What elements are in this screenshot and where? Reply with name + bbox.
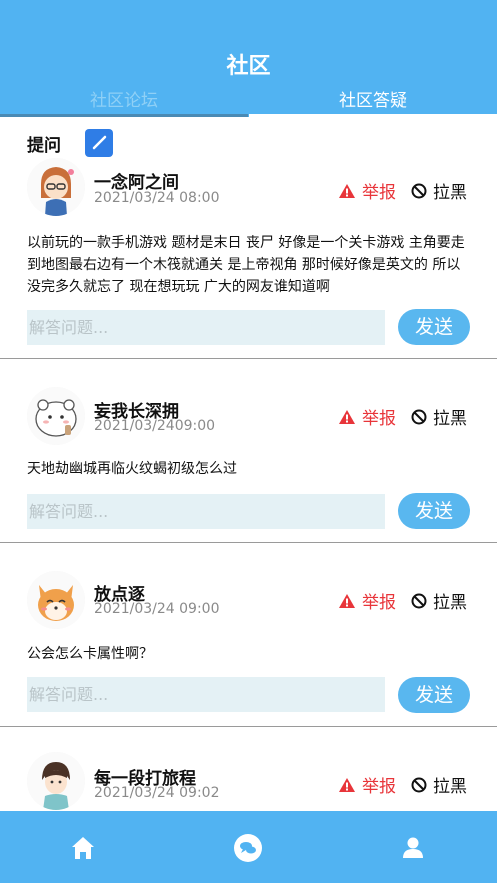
report-label: 举报: [362, 593, 396, 613]
answer-input[interactable]: [27, 677, 385, 712]
post-content: 以前玩的一款手机游戏 题材是末日 丧尸 好像是一个关卡游戏 主角要走到地图最右边…: [27, 235, 465, 295]
block-label: 拉黑: [433, 593, 467, 613]
block-button[interactable]: 拉黑: [411, 588, 467, 613]
warning-icon: [339, 593, 355, 608]
divider: [0, 358, 497, 359]
report-button[interactable]: 举报: [338, 178, 396, 203]
ban-icon: [411, 593, 427, 608]
tab-qa[interactable]: 社区答疑: [249, 86, 497, 112]
block-label: 拉黑: [433, 409, 467, 429]
report-label: 举报: [362, 409, 396, 429]
chat-icon[interactable]: [233, 833, 263, 863]
tab-forum-underline: [0, 114, 248, 117]
divider: [0, 726, 497, 727]
post-content: 公会怎么卡属性啊？: [27, 646, 153, 662]
avatar[interactable]: [27, 571, 85, 629]
user-icon[interactable]: [398, 833, 428, 863]
report-label: 举报: [362, 183, 396, 203]
divider: [0, 542, 497, 543]
ask-label: 提问: [27, 135, 61, 156]
post-content: 天地劫幽城再临火纹蝎初级怎么过: [27, 461, 237, 477]
page-title: 社区: [226, 54, 271, 79]
post-date: 2021/03/24 09:00: [94, 601, 220, 617]
report-button[interactable]: 举报: [338, 404, 396, 429]
answer-input[interactable]: [27, 494, 385, 529]
warning-icon: [339, 777, 355, 792]
ask-row[interactable]: 提问: [27, 127, 113, 159]
ban-icon: [411, 409, 427, 424]
block-button[interactable]: 拉黑: [411, 178, 467, 203]
block-button[interactable]: 拉黑: [411, 404, 467, 429]
header: 社区 社区论坛 社区答疑: [0, 0, 497, 117]
block-button[interactable]: 拉黑: [411, 772, 467, 797]
send-button[interactable]: 发送: [398, 493, 470, 529]
edit-icon[interactable]: [85, 129, 113, 157]
post-date: 2021/03/24 09:02: [94, 785, 220, 801]
block-label: 拉黑: [433, 777, 467, 797]
report-label: 举报: [362, 777, 396, 797]
block-label: 拉黑: [433, 183, 467, 203]
tab-qa-underline: [249, 114, 497, 117]
report-button[interactable]: 举报: [338, 772, 396, 797]
send-button[interactable]: 发送: [398, 677, 470, 713]
avatar[interactable]: [27, 387, 85, 445]
ban-icon: [411, 777, 427, 792]
answer-input[interactable]: [27, 310, 385, 345]
ban-icon: [411, 183, 427, 198]
post-date: 2021/03/24 08:00: [94, 190, 220, 206]
post-date: 2021/03/2409:00: [94, 418, 216, 434]
home-icon[interactable]: [68, 833, 98, 863]
avatar[interactable]: [27, 158, 85, 216]
warning-icon: [339, 183, 355, 198]
avatar[interactable]: [27, 752, 85, 810]
tab-forum[interactable]: 社区论坛: [0, 86, 248, 112]
warning-icon: [339, 409, 355, 424]
report-button[interactable]: 举报: [338, 588, 396, 613]
send-button[interactable]: 发送: [398, 309, 470, 345]
bottom-nav: [0, 811, 497, 883]
